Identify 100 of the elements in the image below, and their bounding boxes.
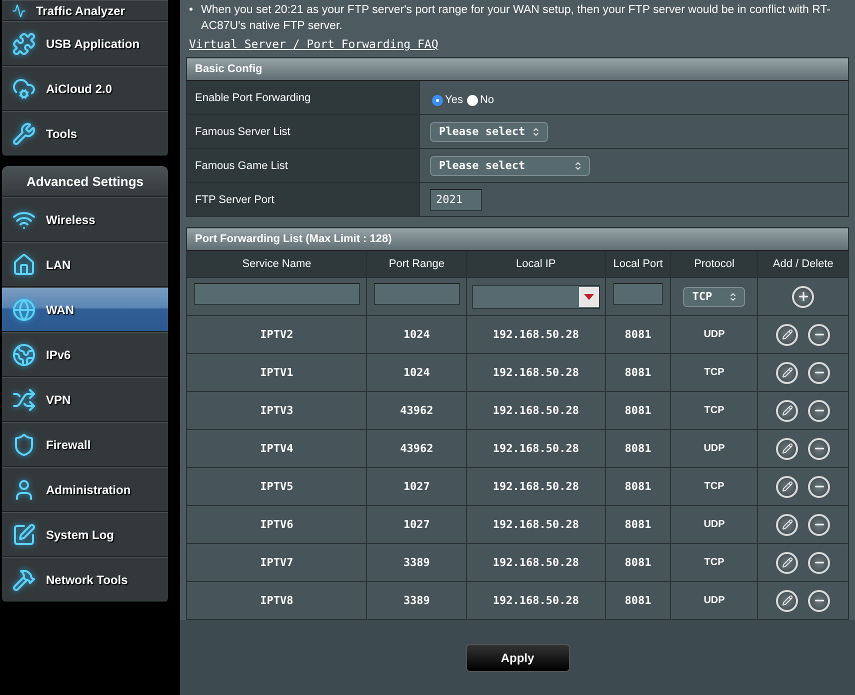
pencil-icon (782, 481, 793, 492)
table-cell: IPTV1 (186, 354, 367, 392)
table-cell: IPTV5 (186, 468, 367, 506)
protocol-dropdown[interactable]: TCP (683, 286, 746, 306)
sidebar-item[interactable]: System Log (2, 512, 168, 557)
column-header: Service Name (186, 250, 367, 278)
table-cell: 8081 (605, 430, 671, 468)
pencil-icon (782, 443, 793, 454)
table-cell: 192.168.50.28 (466, 392, 606, 430)
table-cell: IPTV2 (186, 316, 367, 354)
sidebar-item[interactable]: Administration (2, 467, 168, 512)
section-header: Basic Config (186, 58, 848, 80)
pencil-icon (782, 329, 793, 340)
edit-button[interactable] (776, 324, 798, 346)
note-text: When you set 20:21 as your FTP server's port range for your WAN setup, then your FTP server would be in conflict with RT-AC87U's native FTP server. (201, 3, 832, 34)
column-header: Port Range (366, 250, 466, 278)
edit-button[interactable] (776, 514, 798, 536)
add-button[interactable] (792, 286, 814, 308)
arrows-icon (12, 388, 36, 412)
bullet-mark: • (189, 3, 194, 18)
section-header: Port Forwarding List (Max Limit : 128) (186, 228, 848, 250)
sidebar-item[interactable]: Network Tools (2, 557, 168, 602)
radio-icon[interactable] (432, 94, 443, 106)
sidebar-item[interactable]: VPN (2, 377, 168, 422)
plus-icon (796, 290, 810, 303)
table-cell: 8081 (605, 506, 671, 544)
sidebar-item[interactable]: Firewall (2, 422, 168, 467)
table-cell: TCP (670, 392, 758, 430)
input-field[interactable] (374, 283, 460, 305)
table-cell: 1024 (366, 316, 466, 354)
pen-square-icon (12, 522, 36, 546)
edit-button[interactable] (776, 476, 798, 498)
ip-dropdown[interactable] (472, 284, 600, 308)
delete-button[interactable] (808, 324, 830, 346)
table-cell: IPTV4 (186, 430, 367, 468)
table-cell: UDP (670, 582, 758, 620)
delete-button[interactable] (808, 362, 830, 384)
cloud-icon (12, 76, 36, 100)
table-cell: 3389 (366, 582, 466, 620)
table-cell: 8081 (605, 468, 671, 506)
edit-button[interactable] (776, 438, 798, 460)
table-cell: TCP (670, 544, 758, 582)
table-cell: TCP (670, 468, 758, 506)
radio-option[interactable]: No (464, 94, 494, 106)
sidebar-item[interactable]: Wireless (2, 197, 168, 242)
sidebar-item[interactable]: Tools (2, 111, 168, 156)
radio-label: Yes (445, 94, 463, 106)
sidebar-item[interactable]: Traffic Analyzer (2, 0, 168, 21)
radio-label: No (480, 94, 494, 106)
table-cell: 3389 (366, 544, 466, 582)
dropdown[interactable]: Please select (430, 156, 590, 176)
column-header: Local IP (466, 250, 606, 278)
table-cell: IPTV8 (186, 582, 367, 620)
dropdown[interactable]: Please select (430, 122, 548, 142)
edit-button[interactable] (776, 590, 798, 612)
sidebar-item[interactable]: AiCloud 2.0 (2, 66, 168, 111)
updown-icon (573, 160, 583, 170)
field-label: Famous Server List (186, 114, 420, 148)
sidebar-item[interactable]: IPv6 (2, 332, 168, 377)
delete-button[interactable] (808, 476, 830, 498)
updown-icon (728, 292, 738, 302)
radio-icon[interactable] (466, 94, 478, 106)
table-cell: 192.168.50.28 (466, 544, 606, 582)
table-cell: 192.168.50.28 (466, 354, 606, 392)
pencil-icon (782, 595, 793, 606)
table-cell: IPTV3 (186, 392, 367, 430)
sidebar-item[interactable]: USB Application (2, 21, 168, 66)
faq-link[interactable]: Virtual Server / Port Forwarding FAQ (189, 37, 438, 51)
section-title: Advanced Settings (2, 166, 168, 197)
field-label: Famous Game List (186, 148, 420, 182)
input-field[interactable]: 2021 (430, 188, 482, 210)
delete-button[interactable] (808, 590, 830, 612)
edit-button[interactable] (776, 400, 798, 422)
table-cell: 192.168.50.28 (466, 468, 606, 506)
delete-button[interactable] (808, 400, 830, 422)
delete-button[interactable] (808, 552, 830, 574)
pencil-icon (782, 557, 793, 568)
table-cell: UDP (670, 506, 758, 544)
table-cell: 192.168.50.28 (466, 316, 606, 354)
table-cell: 8081 (605, 354, 671, 392)
pencil-icon (782, 405, 793, 416)
table-cell: IPTV7 (186, 544, 367, 582)
table-cell: 43962 (366, 430, 466, 468)
column-header: Local Port (605, 250, 671, 278)
table-cell: 1027 (366, 506, 466, 544)
edit-button[interactable] (776, 552, 798, 574)
sidebar-item[interactable]: LAN (2, 242, 168, 287)
apply-button[interactable]: Apply (466, 644, 570, 672)
delete-button[interactable] (808, 438, 830, 460)
house-icon (12, 252, 36, 276)
globe-icon (12, 342, 36, 366)
delete-button[interactable] (808, 514, 830, 536)
radio-option[interactable]: Yes (430, 94, 463, 106)
sidebar-item[interactable]: WAN (2, 287, 168, 332)
input-field[interactable] (194, 283, 360, 305)
input-field[interactable] (613, 283, 664, 305)
puzzle-icon (12, 32, 36, 56)
table-cell: TCP (670, 354, 758, 392)
column-header: Protocol (670, 250, 758, 278)
edit-button[interactable] (776, 362, 798, 384)
